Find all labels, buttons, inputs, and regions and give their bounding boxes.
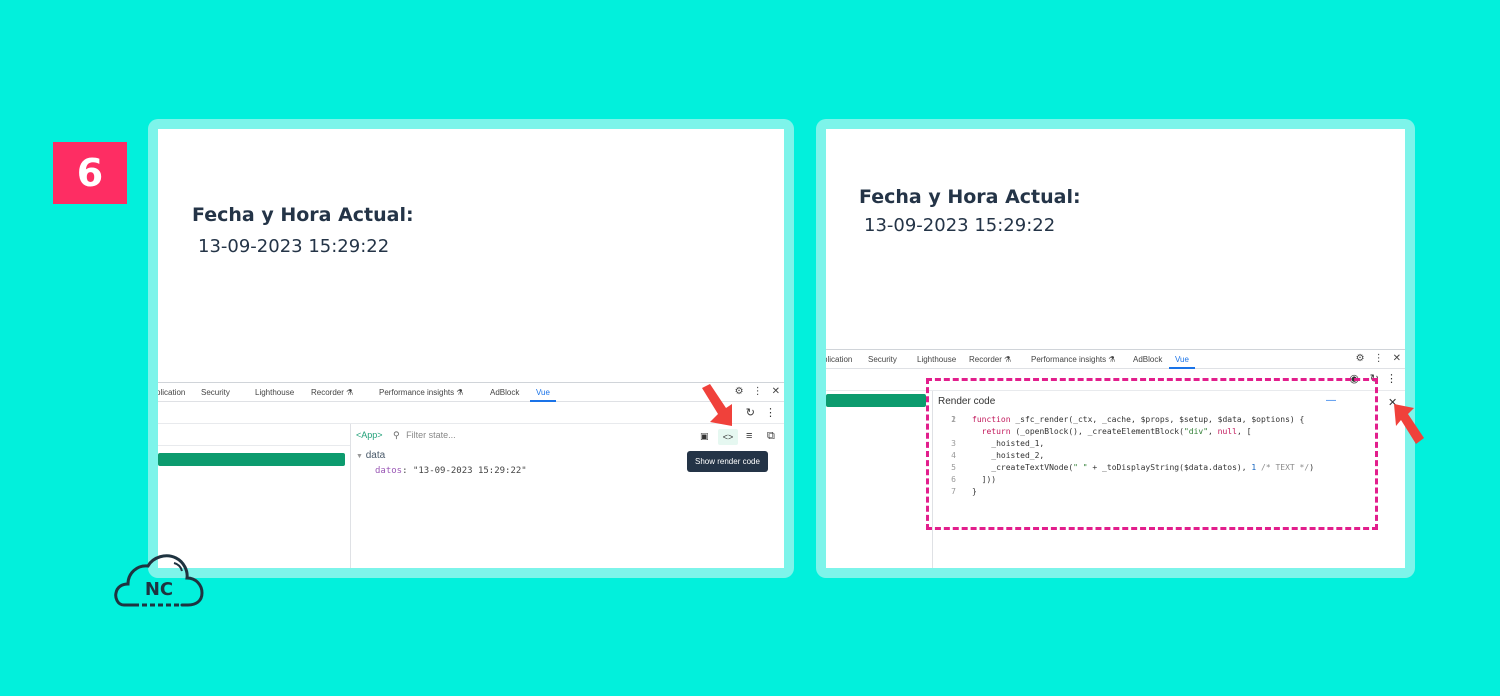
step-number-badge: 6 bbox=[53, 142, 127, 204]
tab-recorder[interactable]: Recorder ⚗ bbox=[969, 355, 1011, 364]
tab-vue[interactable]: Vue bbox=[1169, 355, 1195, 369]
component-tree-header bbox=[158, 424, 350, 446]
component-breadcrumb[interactable]: <App> bbox=[356, 430, 383, 440]
tab-adblock[interactable]: AdBlock bbox=[1133, 355, 1162, 364]
selected-component-row[interactable] bbox=[158, 453, 345, 466]
red-arrow-pointer bbox=[702, 384, 732, 426]
more-vertical-icon[interactable]: ⋮ bbox=[1374, 353, 1384, 364]
tab-lighthouse[interactable]: Lighthouse bbox=[917, 355, 956, 364]
tab-application[interactable]: plication bbox=[158, 388, 185, 397]
app-title: Fecha y Hora Actual: bbox=[192, 204, 414, 226]
tab-performance-insights[interactable]: Performance insights ⚗ bbox=[379, 388, 464, 397]
devtools-tabs: plication Security Lighthouse Recorder ⚗… bbox=[158, 383, 784, 402]
state-section-header[interactable]: ▼ data bbox=[356, 450, 385, 461]
tab-security[interactable]: Security bbox=[868, 355, 897, 364]
red-arrow-pointer bbox=[1394, 404, 1424, 444]
pane-divider[interactable] bbox=[350, 424, 351, 568]
close-icon[interactable]: ✕ bbox=[772, 386, 780, 397]
state-entry: datos: "13-09-2023 15:29:22" bbox=[375, 466, 527, 476]
screenshot-left: Fecha y Hora Actual: 13-09-2023 15:29:22… bbox=[148, 119, 794, 578]
devtools-tabs: plication Security Lighthouse Recorder ⚗… bbox=[826, 350, 1405, 369]
app-title: Fecha y Hora Actual: bbox=[859, 186, 1081, 208]
logo-text: NC bbox=[145, 579, 173, 600]
filter-state-input[interactable]: Filter state... bbox=[406, 430, 456, 440]
close-icon[interactable]: ✕ bbox=[1393, 353, 1401, 364]
selected-component-row[interactable] bbox=[826, 394, 926, 407]
search-icon: ⚲ bbox=[393, 430, 400, 440]
more-vertical-icon[interactable]: ⋮ bbox=[1386, 372, 1397, 385]
state-value: "13-09-2023 15:29:22" bbox=[412, 466, 527, 476]
tooltip-show-render-code: Show render code bbox=[687, 451, 768, 472]
tab-vue[interactable]: Vue bbox=[530, 388, 556, 402]
datetime-value: 13-09-2023 15:29:22 bbox=[198, 236, 390, 257]
scroll-to-component-icon[interactable]: ≡ bbox=[746, 430, 752, 442]
tab-lighthouse[interactable]: Lighthouse bbox=[255, 388, 294, 397]
tab-adblock[interactable]: AdBlock bbox=[490, 388, 519, 397]
chevron-down-icon: ▼ bbox=[356, 453, 363, 460]
highlight-dashed-box bbox=[926, 378, 1378, 530]
open-in-editor-icon[interactable]: ⧉ bbox=[767, 430, 775, 443]
state-key: datos bbox=[375, 466, 403, 476]
tab-application[interactable]: plication bbox=[826, 355, 852, 364]
nc-cloud-logo: NC bbox=[114, 554, 204, 607]
settings-gear-icon[interactable]: ⚙ bbox=[1356, 353, 1365, 364]
datetime-value: 13-09-2023 15:29:22 bbox=[864, 215, 1056, 236]
devtools-window-controls: ⚙ ⋮ ✕ bbox=[1356, 353, 1401, 364]
state-section-label: data bbox=[365, 450, 386, 461]
tab-security[interactable]: Security bbox=[201, 388, 230, 397]
vue-toolbar: ↻ ⋮ bbox=[158, 402, 784, 424]
inspector-filter-row: <App> ⚲ Filter state... bbox=[356, 430, 456, 452]
screenshot-icon[interactable]: ▣ bbox=[700, 431, 709, 442]
tab-recorder[interactable]: Recorder ⚗ bbox=[311, 388, 353, 397]
browser-viewport: Fecha y Hora Actual: 13-09-2023 15:29:22… bbox=[158, 129, 784, 568]
tab-performance-insights[interactable]: Performance insights ⚗ bbox=[1031, 355, 1116, 364]
refresh-icon[interactable]: ↻ bbox=[746, 406, 755, 419]
more-vertical-icon[interactable]: ⋮ bbox=[753, 386, 763, 397]
more-vertical-icon[interactable]: ⋮ bbox=[765, 406, 776, 419]
devtools-panel: plication Security Lighthouse Recorder ⚗… bbox=[158, 382, 784, 568]
